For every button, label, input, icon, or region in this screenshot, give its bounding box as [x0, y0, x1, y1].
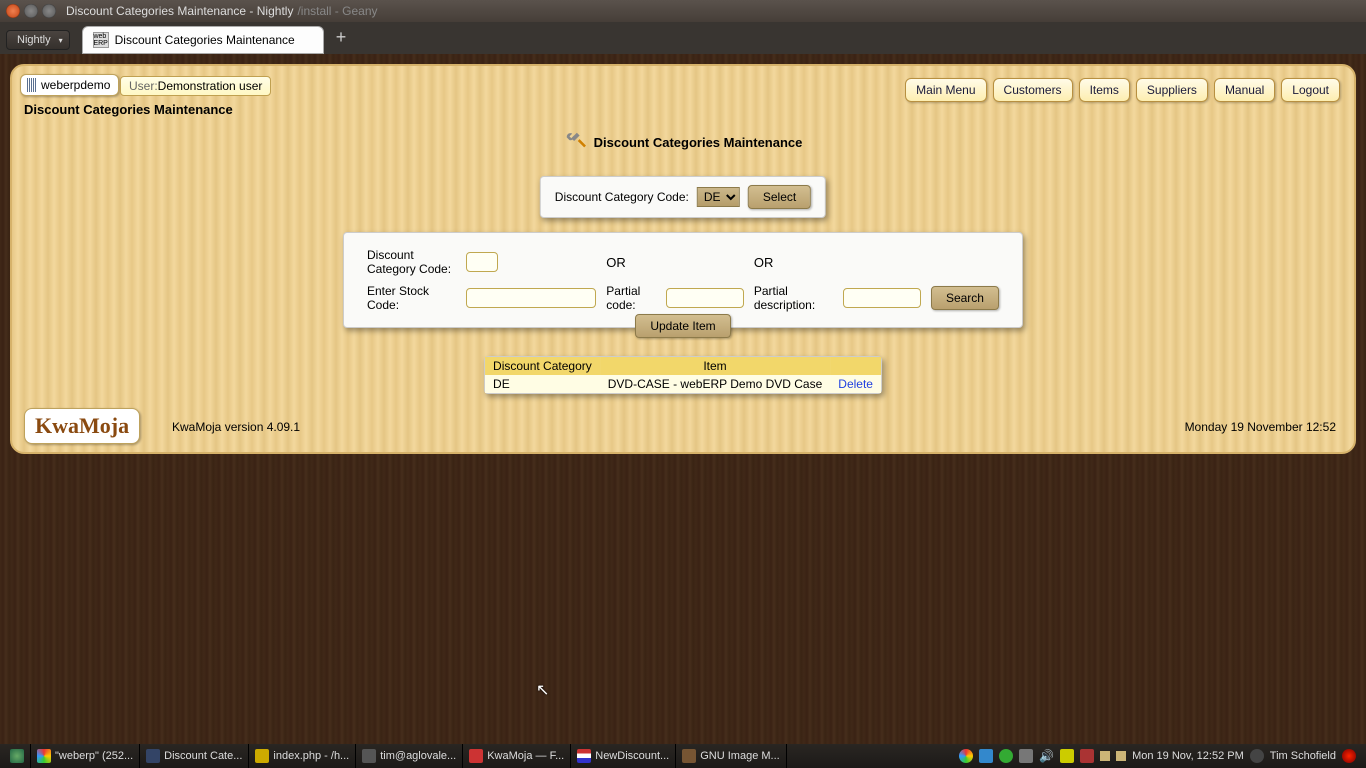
tray-icon[interactable] — [1060, 749, 1074, 763]
tray-icon[interactable] — [1080, 749, 1094, 763]
task-item[interactable]: index.php - /h... — [249, 744, 356, 768]
page-title: Discount Categories Maintenance — [594, 135, 803, 150]
window-title-suffix: /install - Geany — [297, 4, 377, 18]
window-maximize-button[interactable] — [42, 4, 56, 18]
tray-power-button[interactable] — [1342, 749, 1356, 763]
tray-network-icon[interactable] — [1019, 749, 1033, 763]
tray-clock[interactable]: Mon 19 Nov, 12:52 PM — [1132, 750, 1244, 762]
nav-main-menu[interactable]: Main Menu — [905, 78, 986, 102]
discount-code-input[interactable] — [466, 252, 498, 272]
browser-tabstrip: Nightly web ERP Discount Categories Main… — [0, 22, 1366, 54]
task-item[interactable]: Discount Cate... — [140, 744, 249, 768]
tray-icon[interactable] — [999, 749, 1013, 763]
tab-favicon-icon: web ERP — [93, 32, 109, 48]
task-item[interactable]: "weberp" (252... — [31, 744, 140, 768]
app-container: weberpdemo User:Demonstration user Disco… — [10, 64, 1356, 454]
result-item: DVD-CASE - webERP Demo DVD Case — [600, 375, 831, 393]
app-logo[interactable]: KwaMoja — [24, 408, 140, 444]
user-name: Demonstration user — [158, 79, 263, 93]
select-label: Discount Category Code: — [555, 190, 689, 204]
or-separator-1: OR — [605, 247, 657, 277]
task-item[interactable]: KwaMoja — F... — [463, 744, 571, 768]
table-row: DE DVD-CASE - webERP Demo DVD Case Delet… — [485, 375, 881, 393]
window-titlebar: Discount Categories Maintenance - Nightl… — [0, 0, 1366, 22]
window-title: Discount Categories Maintenance - Nightl… — [66, 4, 293, 18]
page-heading: Discount Categories Maintenance — [12, 130, 1354, 155]
tray-volume-icon[interactable]: 🔊 — [1039, 749, 1054, 763]
bookmarks-menu-button[interactable]: Nightly — [6, 30, 70, 50]
result-discount: DE — [485, 375, 600, 393]
nav-manual[interactable]: Manual — [1214, 78, 1275, 102]
results-header-discount: Discount Category — [485, 357, 600, 375]
workspace-indicator[interactable] — [1116, 751, 1126, 761]
page-breadcrumb: Discount Categories Maintenance — [24, 102, 233, 117]
tray-user-icon[interactable] — [1250, 749, 1264, 763]
browser-tab-active[interactable]: web ERP Discount Categories Maintenance — [82, 26, 324, 54]
user-badge[interactable]: User:Demonstration user — [120, 76, 271, 96]
tray-icon[interactable] — [979, 749, 993, 763]
nav-suppliers[interactable]: Suppliers — [1136, 78, 1208, 102]
stock-code-input[interactable] — [466, 288, 596, 308]
partial-desc-input[interactable] — [843, 288, 921, 308]
partial-code-input[interactable] — [666, 288, 744, 308]
new-tab-button[interactable]: + — [336, 27, 347, 48]
discount-code-label: Discount Category Code: — [366, 247, 457, 277]
app-version: KwaMoja version 4.09.1 — [172, 420, 300, 434]
os-taskbar: "weberp" (252... Discount Cate... index.… — [0, 744, 1366, 768]
update-item-button[interactable]: Update Item — [635, 314, 730, 338]
tray-chrome-icon[interactable] — [959, 749, 973, 763]
results-header-item: Item — [600, 357, 831, 375]
system-tray[interactable]: 🔊 Mon 19 Nov, 12:52 PM Tim Schofield — [953, 749, 1362, 763]
user-prefix: User: — [129, 79, 158, 93]
database-icon — [27, 78, 37, 92]
start-menu-button[interactable] — [4, 744, 31, 768]
search-button[interactable]: Search — [931, 286, 999, 310]
discount-category-select[interactable]: DE — [697, 187, 740, 207]
stock-code-label: Enter Stock Code: — [366, 283, 457, 313]
tray-user[interactable]: Tim Schofield — [1270, 750, 1336, 762]
partial-code-label: Partial code: — [605, 283, 657, 313]
partial-desc-label: Partial description: — [753, 283, 834, 313]
results-panel: Discount Category Item DE DVD-CASE - web… — [484, 356, 882, 394]
browser-tab-title: Discount Categories Maintenance — [115, 33, 295, 47]
window-minimize-button[interactable] — [24, 4, 38, 18]
top-nav: Main Menu Customers Items Suppliers Manu… — [905, 78, 1340, 102]
window-close-button[interactable] — [6, 4, 20, 18]
workspace-indicator[interactable] — [1100, 751, 1110, 761]
database-name: weberpdemo — [41, 78, 110, 92]
database-badge[interactable]: weberpdemo — [20, 74, 119, 96]
app-datetime: Monday 19 November 12:52 — [1185, 420, 1336, 434]
select-panel: Discount Category Code: DE Select — [540, 176, 826, 218]
task-item[interactable]: GNU Image M... — [676, 744, 786, 768]
or-separator-2: OR — [753, 247, 834, 277]
nav-items[interactable]: Items — [1079, 78, 1130, 102]
cursor-icon: ↖ — [536, 680, 549, 700]
tools-icon — [564, 130, 586, 155]
select-button[interactable]: Select — [748, 185, 811, 209]
nav-customers[interactable]: Customers — [993, 78, 1073, 102]
nav-logout[interactable]: Logout — [1281, 78, 1340, 102]
delete-link[interactable]: Delete — [838, 377, 873, 391]
task-item[interactable]: NewDiscount... — [571, 744, 676, 768]
task-item[interactable]: tim@aglovale... — [356, 744, 463, 768]
